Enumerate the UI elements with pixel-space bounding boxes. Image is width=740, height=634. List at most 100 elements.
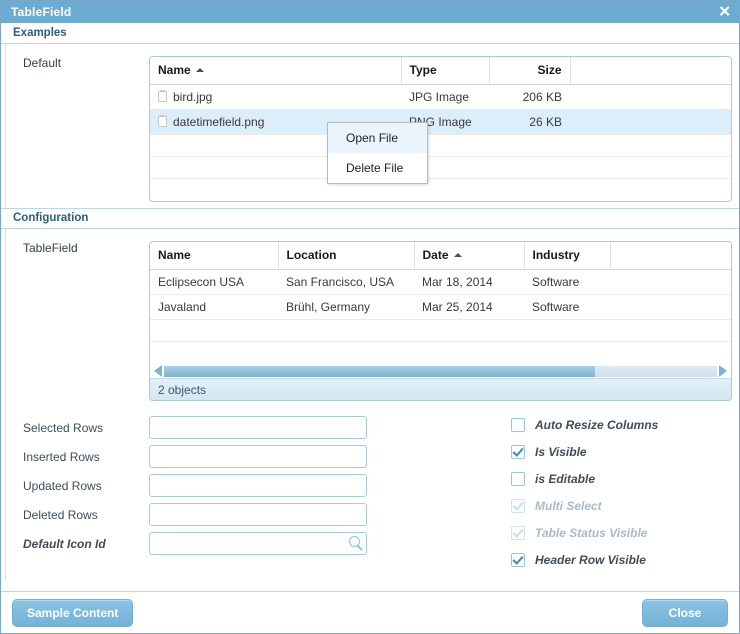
dialog-title: TableField — [11, 5, 72, 19]
file-icon — [158, 90, 167, 102]
scrollbar-thumb[interactable] — [164, 365, 596, 377]
close-button[interactable]: Close — [642, 598, 728, 627]
event-filler-cell — [610, 294, 731, 320]
file-table-col-type[interactable]: Type — [401, 57, 490, 85]
event-table-col-filler — [610, 241, 731, 270]
configuration-section-body: TableField Name Location Date Industry E… — [1, 228, 739, 581]
checkbox-row-header-row-visible: Header Row Visible — [511, 553, 739, 567]
checkbox-multi-select — [511, 499, 525, 513]
file-name-cell: bird.jpg — [150, 84, 401, 110]
file-size-cell: 206 KB — [489, 84, 570, 110]
file-type-cell: JPG Image — [401, 84, 489, 110]
table-row-empty — [150, 341, 731, 363]
checkbox-header-row-visible[interactable] — [511, 553, 525, 567]
event-name-cell: Eclipsecon USA — [150, 269, 278, 295]
checkbox-column: Auto Resize Columns Is Visible is Editab… — [387, 416, 739, 580]
input-wrap-default-icon-id — [149, 532, 367, 555]
section-header-examples: Examples — [1, 23, 739, 44]
file-table[interactable]: Name Type Size bird.jpg JPG Image 206 KB — [149, 56, 732, 202]
checkbox-label-is-editable: is Editable — [535, 472, 596, 486]
event-table[interactable]: Name Location Date Industry Eclipsecon U… — [149, 240, 732, 401]
tablefield-row: TableField Name Location Date Industry E… — [11, 240, 739, 401]
context-menu-item-delete-file[interactable]: Delete File — [328, 153, 427, 183]
selected-rows-input[interactable] — [149, 416, 367, 439]
field-selected-rows: Selected Rows — [11, 416, 387, 439]
updated-rows-input[interactable] — [149, 474, 367, 497]
table-row[interactable]: bird.jpg JPG Image 206 KB — [150, 84, 731, 110]
file-table-header-row: Name Type Size — [150, 57, 731, 85]
checkbox-label-table-status-visible: Table Status Visible — [535, 526, 648, 540]
scrollbar-track[interactable] — [164, 365, 717, 377]
event-location-cell: San Francisco, USA — [278, 269, 414, 295]
file-table-col-type-label: Type — [409, 63, 437, 77]
event-filler-cell — [610, 269, 731, 295]
tablefield-dialog: TableField ✕ Examples Default Name Type — [0, 0, 740, 634]
event-table-col-industry[interactable]: Industry — [524, 241, 611, 270]
event-table-header-row: Name Location Date Industry — [150, 241, 731, 270]
file-table-col-size-label: Size — [537, 63, 562, 77]
checkbox-table-status-visible — [511, 526, 525, 540]
table-row[interactable]: Eclipsecon USA San Francisco, USA Mar 18… — [150, 269, 731, 295]
deleted-rows-input[interactable] — [149, 503, 367, 526]
field-deleted-rows: Deleted Rows — [11, 503, 387, 526]
event-date-cell: Mar 18, 2014 — [414, 269, 524, 295]
dialog-footer: Sample Content Close — [1, 591, 739, 633]
field-inserted-rows: Inserted Rows — [11, 445, 387, 468]
scroll-right-arrow-icon[interactable] — [719, 365, 727, 377]
field-default-icon-id: Default Icon Id — [11, 532, 387, 555]
default-icon-id-input[interactable] — [149, 532, 367, 555]
checkbox-is-visible[interactable] — [511, 445, 525, 459]
table-row[interactable]: Javaland Brühl, Germany Mar 25, 2014 Sof… — [150, 294, 731, 320]
field-label-deleted-rows: Deleted Rows — [23, 507, 98, 522]
section-header-configuration-label: Configuration — [13, 212, 89, 224]
input-wrap-inserted-rows — [149, 445, 367, 468]
table-row-empty — [150, 156, 731, 179]
table-row[interactable]: datetimefield.png PNG Image 26 KB — [150, 109, 731, 135]
sort-ascending-icon — [453, 252, 462, 257]
field-label-inserted-rows: Inserted Rows — [23, 449, 100, 464]
file-table-col-name[interactable]: Name — [150, 57, 402, 85]
close-icon[interactable]: ✕ — [718, 5, 731, 20]
file-table-col-size[interactable]: Size — [489, 57, 571, 85]
event-industry-cell: Software — [524, 269, 610, 295]
checkbox-auto-resize-columns[interactable] — [511, 418, 525, 432]
table-status-text: 2 objects — [158, 382, 207, 397]
checkbox-label-auto-resize-columns: Auto Resize Columns — [535, 418, 659, 432]
event-table-col-name[interactable]: Name — [150, 241, 279, 270]
default-row-label: Default — [23, 56, 62, 70]
field-updated-rows: Updated Rows — [11, 474, 387, 497]
checkbox-is-editable[interactable] — [511, 472, 525, 486]
file-context-menu[interactable]: Open File Delete File — [327, 122, 428, 184]
horizontal-scrollbar[interactable] — [150, 363, 731, 378]
default-row: Default Name Type Size bird.jpg JPG Imag… — [11, 56, 739, 202]
file-table-col-name-label: Name — [158, 63, 191, 77]
file-name-text: bird.jpg — [173, 90, 213, 104]
table-row-empty — [150, 319, 731, 342]
file-filler-cell — [570, 84, 731, 110]
inserted-rows-input[interactable] — [149, 445, 367, 468]
field-label-selected-rows: Selected Rows — [23, 420, 104, 435]
checkbox-label-multi-select: Multi Select — [535, 499, 602, 513]
sample-content-button[interactable]: Sample Content — [12, 598, 134, 627]
input-wrap-selected-rows — [149, 416, 367, 439]
checkbox-row-auto-resize-columns: Auto Resize Columns — [511, 418, 739, 432]
event-table-grid: Name Location Date Industry Eclipsecon U… — [150, 241, 731, 364]
checkbox-row-is-editable: is Editable — [511, 472, 739, 486]
file-icon — [158, 115, 167, 127]
search-icon[interactable] — [349, 536, 360, 547]
event-table-col-date[interactable]: Date — [414, 241, 525, 270]
event-industry-cell: Software — [524, 294, 610, 320]
checkbox-row-is-visible: Is Visible — [511, 445, 739, 459]
tablefield-row-label: TableField — [23, 240, 78, 255]
event-table-col-industry-label: Industry — [532, 247, 580, 262]
event-table-col-location[interactable]: Location — [278, 241, 415, 270]
field-label-default-icon-id: Default Icon Id — [23, 536, 106, 551]
table-status-bar: 2 objects — [150, 378, 731, 400]
input-wrap-deleted-rows — [149, 503, 367, 526]
section-header-examples-label: Examples — [13, 27, 67, 39]
sort-ascending-icon — [195, 68, 204, 72]
context-menu-item-open-file[interactable]: Open File — [328, 123, 427, 153]
file-name-text: datetimefield.png — [173, 115, 265, 129]
event-date-cell: Mar 25, 2014 — [414, 294, 524, 320]
scroll-left-arrow-icon[interactable] — [154, 365, 162, 377]
